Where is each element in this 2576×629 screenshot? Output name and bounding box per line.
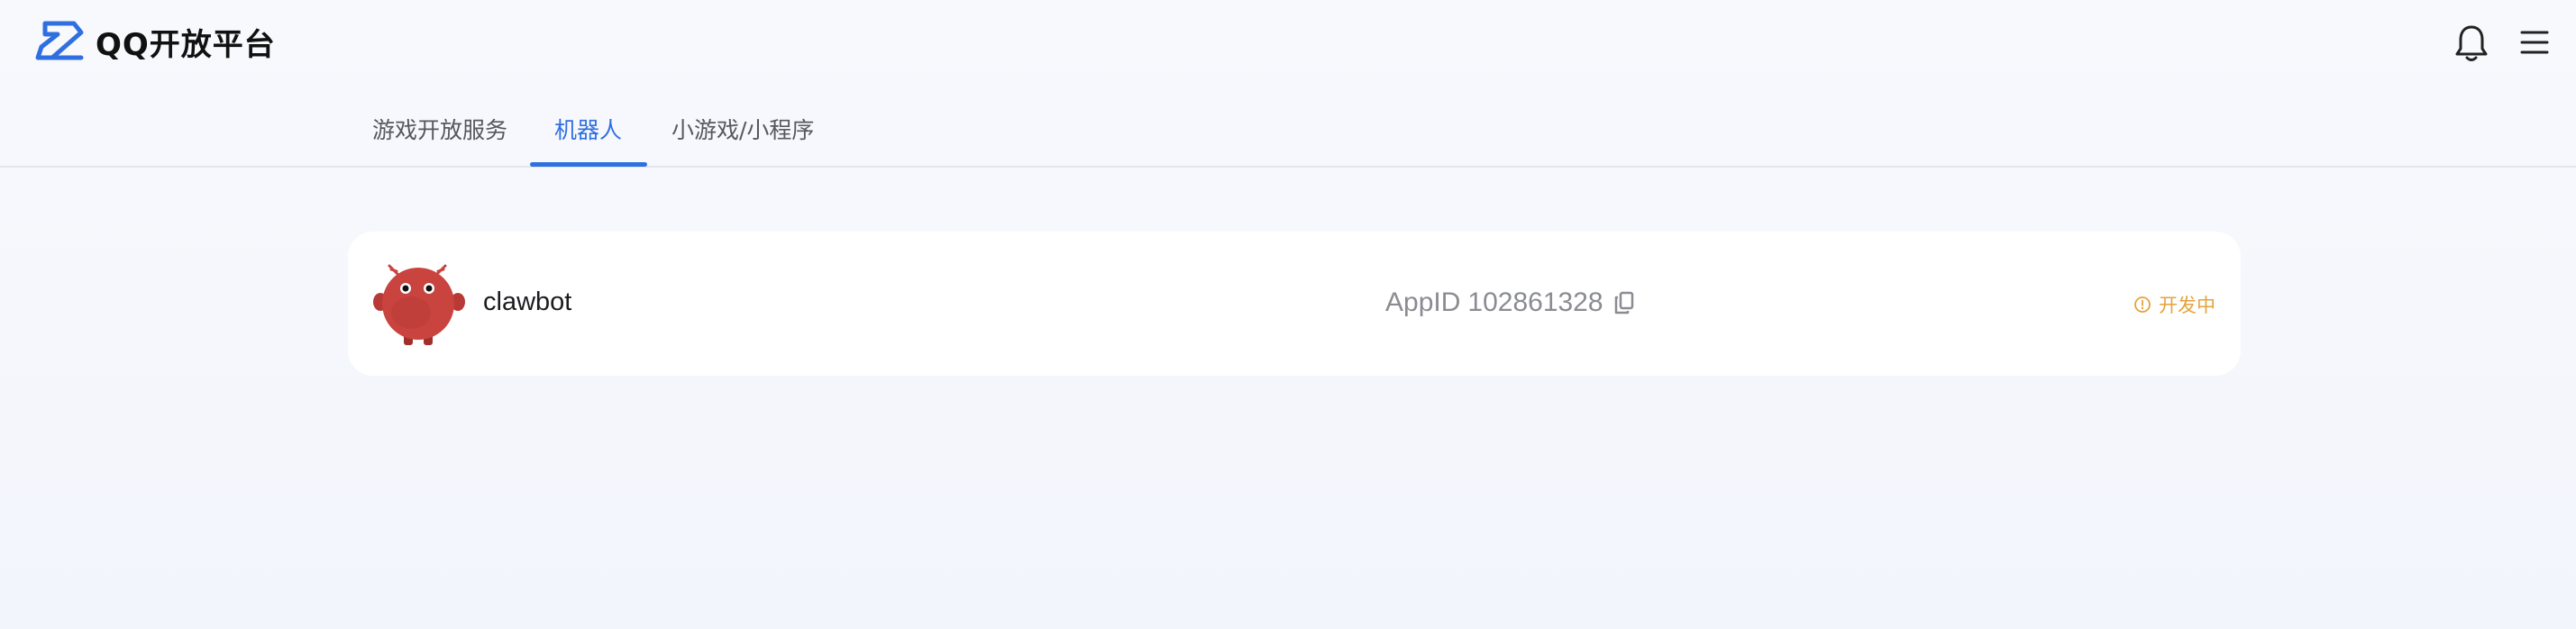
qq-platform-logo-icon <box>35 21 84 60</box>
bell-icon[interactable] <box>2453 23 2489 63</box>
logo-text: QQ开放平台 <box>96 26 276 63</box>
tab-robot[interactable]: 机器人 <box>554 113 622 145</box>
logo[interactable]: QQ开放平台 <box>32 18 276 65</box>
hamburger-menu-icon[interactable] <box>2518 27 2551 58</box>
tab-bar: 游戏开放服务 机器人 小游戏/小程序 <box>0 86 2576 168</box>
status-badge: 开发中 <box>2133 291 2215 318</box>
status-text: 开发中 <box>2159 295 2215 316</box>
copy-icon[interactable] <box>1614 291 1634 314</box>
bot-avatar <box>373 264 465 345</box>
tab-game-open-services[interactable]: 游戏开放服务 <box>372 113 507 145</box>
bot-card[interactable]: clawbot AppID 102861328 开发中 <box>348 232 2241 376</box>
top-header: QQ开放平台 <box>0 0 2576 86</box>
info-circle-icon <box>2134 296 2151 313</box>
appid-display: AppID 102861328 <box>1385 287 1634 318</box>
bot-name: clawbot <box>483 287 572 316</box>
appid-value: 102861328 <box>1467 287 1603 317</box>
appid-label: AppID <box>1385 287 1461 317</box>
tab-mini-games[interactable]: 小游戏/小程序 <box>671 113 814 145</box>
active-tab-indicator <box>530 162 647 167</box>
